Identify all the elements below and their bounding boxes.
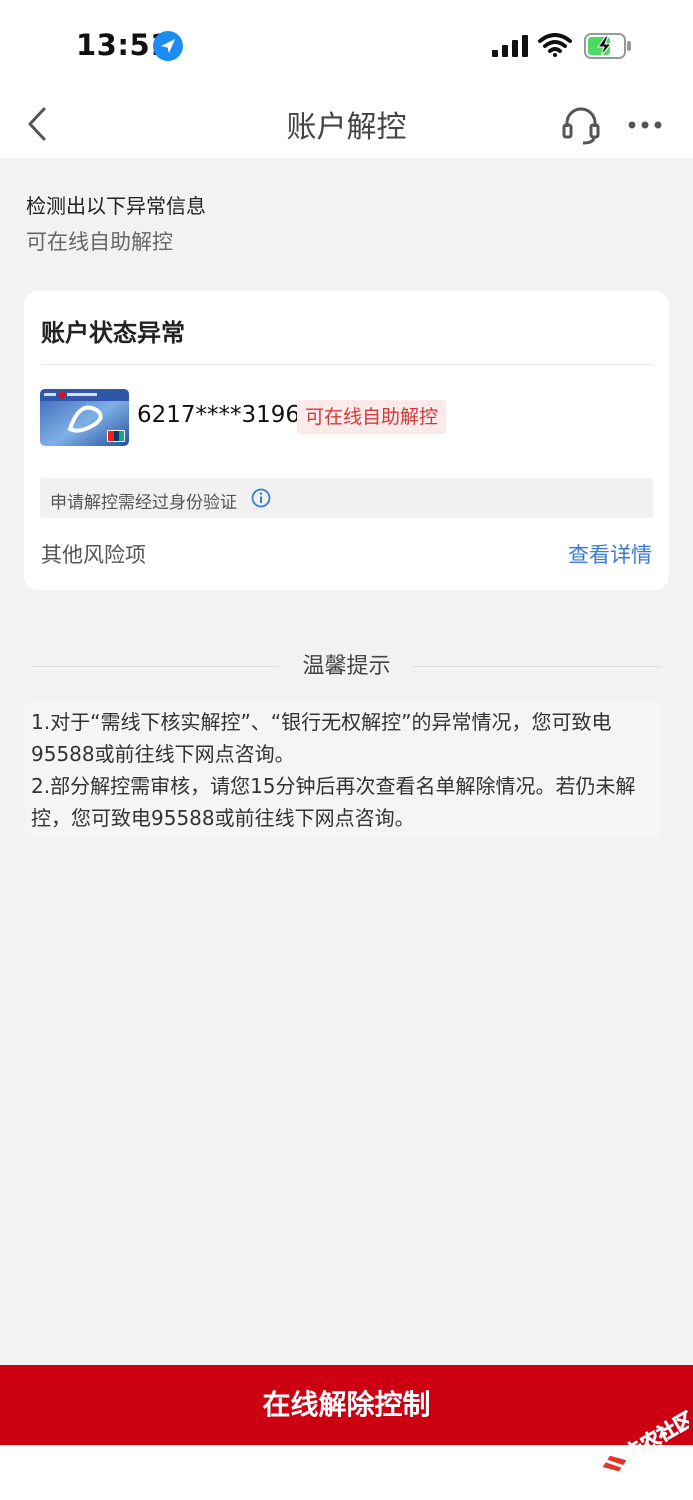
location-arrow-icon — [153, 31, 183, 61]
nav-bar: 账户解控 — [0, 90, 693, 158]
status-bar: 13:51 — [0, 0, 693, 90]
card-title: 账户状态异常 — [41, 319, 185, 347]
icbc-card-icon — [40, 389, 129, 446]
tips-divider-right — [414, 666, 661, 667]
account-status-card: 账户状态异常 6217****3196 可在线自助解控 申请解控需经过身份验证 … — [24, 291, 669, 590]
battery-charging-icon — [584, 33, 631, 59]
cellular-signal-icon — [492, 35, 528, 57]
tips-text: 1.对于“需线下核实解控”、“银行无权解控”的异常情况，您可致电95588或前往… — [31, 710, 636, 830]
verification-notice-text: 申请解控需经过身份验证 — [50, 493, 237, 513]
detection-text: 检测出以下异常信息 — [26, 194, 206, 218]
headset-icon[interactable] — [561, 105, 601, 145]
verification-notice: 申请解控需经过身份验证 — [40, 478, 653, 518]
self-service-text: 可在线自助解控 — [26, 230, 173, 254]
tips-title: 温馨提示 — [302, 654, 391, 679]
wifi-icon — [538, 33, 572, 57]
status-badge: 可在线自助解控 — [297, 400, 447, 434]
other-risk-label: 其他风险项 — [41, 543, 146, 567]
info-circle-icon[interactable] — [251, 488, 271, 508]
forum-watermark-icon: 卡农社区 — [602, 1410, 689, 1472]
card-number: 6217****3196 — [137, 402, 301, 428]
tips-box: 1.对于“需线下核实解控”、“银行无权解控”的异常情况，您可致电95588或前往… — [26, 700, 661, 838]
card-divider — [41, 364, 652, 365]
watermark-text: 卡农社区 — [620, 1410, 689, 1465]
view-details-link[interactable]: 查看详情 — [568, 539, 652, 569]
more-dots-icon[interactable] — [627, 120, 663, 130]
